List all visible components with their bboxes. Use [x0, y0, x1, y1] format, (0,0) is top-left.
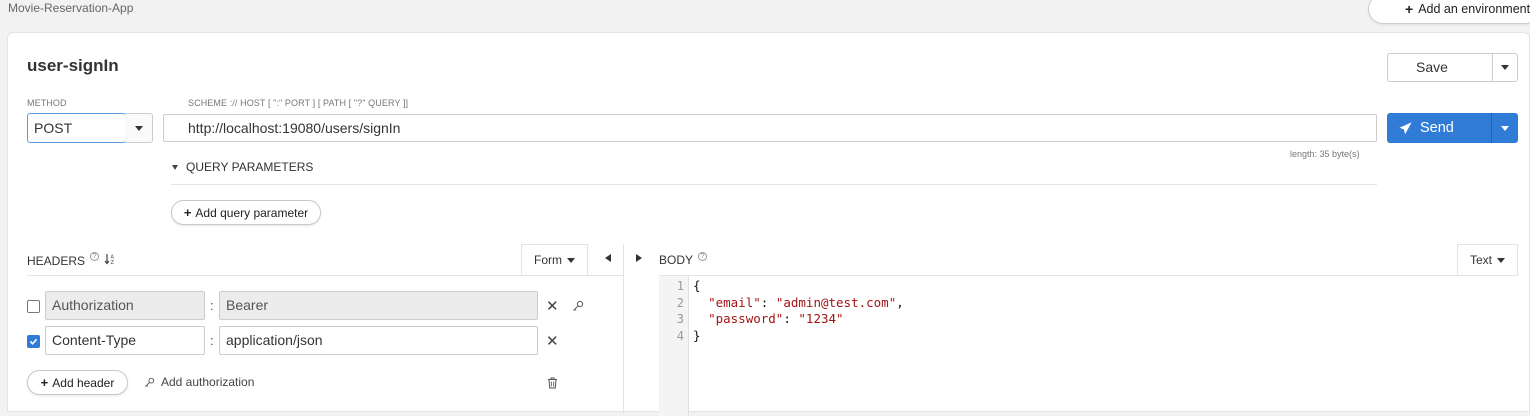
code-brace: { [693, 278, 701, 293]
key-icon [145, 377, 155, 387]
svg-text:Z: Z [111, 260, 115, 265]
chevron-down-icon [1501, 65, 1509, 70]
method-select[interactable]: POST [27, 113, 126, 143]
headers-heading: HEADERS ? A Z [27, 252, 116, 268]
chevron-down-icon [134, 125, 143, 131]
header-enable-checkbox[interactable] [27, 335, 40, 348]
add-query-parameter-label: Add query parameter [195, 205, 309, 220]
caret-down-icon [172, 164, 178, 170]
body-title: BODY [659, 253, 694, 267]
trash-svg-icon [548, 377, 557, 389]
line-number: 1 [676, 279, 684, 293]
plus-icon: + [40, 375, 49, 390]
divider [171, 184, 1377, 185]
trash-icon[interactable] [547, 376, 558, 394]
header-key-input[interactable]: Authorization [45, 291, 205, 320]
line-number-gutter: 1 2 3 4 [659, 276, 689, 416]
remove-header-icon[interactable]: ✕ [546, 332, 559, 350]
chevron-down-icon [1501, 125, 1509, 131]
chevron-down-icon [567, 257, 575, 263]
save-button-group[interactable]: Save [1387, 53, 1518, 82]
sort-icon[interactable]: A Z [104, 253, 116, 268]
headers-title: HEADERS [27, 253, 86, 268]
headers-mode-dropdown[interactable]: Form [521, 244, 588, 275]
header-key-input[interactable]: Content-Type [45, 326, 205, 355]
header-value-input[interactable]: Bearer [219, 291, 538, 320]
query-parameters-title: QUERY PARAMETERS [186, 160, 314, 174]
json-key: "password" [708, 311, 784, 326]
json-key: "email" [708, 294, 761, 310]
method-dropdown-button[interactable] [125, 113, 153, 143]
body-mode-label: Text [1469, 253, 1492, 267]
breadcrumb[interactable]: Movie-Reservation-App [8, 1, 133, 15]
url-input[interactable]: http://localhost:19080/users/signIn [163, 114, 1377, 142]
body-mode-dropdown[interactable]: Text [1457, 244, 1518, 275]
json-value: "1234" [798, 311, 844, 326]
headers-mode-label: Form [534, 253, 562, 267]
plus-icon: + [1405, 1, 1414, 17]
panel-divider [623, 244, 624, 414]
collapse-left-icon[interactable] [605, 254, 611, 262]
add-authorization-label: Add authorization [161, 375, 255, 389]
body-editor[interactable]: { "email": "admin@test.com", "password":… [693, 278, 904, 344]
collapse-right-icon[interactable] [636, 254, 642, 262]
body-heading: BODY ? [659, 251, 708, 267]
add-query-parameter-button[interactable]: + Add query parameter [171, 200, 321, 225]
add-header-label: Add header [52, 375, 115, 390]
line-number: 2 [676, 295, 684, 310]
save-button[interactable]: Save [1388, 54, 1493, 81]
line-number: 3 [676, 312, 684, 326]
help-icon[interactable]: ? [698, 251, 708, 261]
key-value-separator: : [210, 298, 214, 313]
help-icon[interactable]: ? [90, 252, 100, 261]
key-value-separator: : [210, 333, 214, 348]
add-environment-button[interactable]: + Add an environment [1368, 0, 1530, 24]
page-title: user-signIn [27, 56, 119, 75]
save-dropdown-button[interactable] [1493, 54, 1517, 81]
url-length-text: length: 35 byte(s) [1290, 149, 1360, 159]
add-header-button[interactable]: + Add header [27, 370, 128, 395]
chevron-down-icon [1497, 257, 1505, 263]
add-authorization-link[interactable]: Add authorization [144, 375, 254, 389]
json-value: "admin@test.com" [775, 294, 897, 310]
send-dropdown-button[interactable] [1492, 113, 1518, 143]
add-environment-label: Add an environment [1418, 2, 1530, 16]
send-button[interactable]: Send [1387, 113, 1492, 143]
header-enable-checkbox[interactable] [27, 300, 40, 313]
divider [27, 275, 623, 276]
line-number: 4 [676, 328, 684, 343]
header-value-input[interactable]: application/json [219, 326, 538, 355]
remove-header-icon[interactable]: ✕ [546, 297, 559, 315]
key-svg-icon [573, 300, 584, 311]
check-icon [29, 338, 38, 345]
key-icon[interactable] [572, 299, 584, 317]
send-button-group[interactable]: Send [1387, 113, 1518, 143]
plus-icon: + [183, 205, 192, 220]
sort-az-icon: A Z [104, 254, 115, 266]
url-scheme-label: SCHEME :// HOST [ ":" PORT ] [ PATH [ "?… [188, 98, 409, 108]
divider [659, 275, 1518, 276]
send-label: Send [1420, 120, 1454, 136]
query-parameters-toggle[interactable]: QUERY PARAMETERS [172, 160, 313, 174]
paper-plane-icon [1399, 121, 1412, 134]
method-label: METHOD [27, 98, 67, 108]
code-brace: } [693, 327, 701, 343]
